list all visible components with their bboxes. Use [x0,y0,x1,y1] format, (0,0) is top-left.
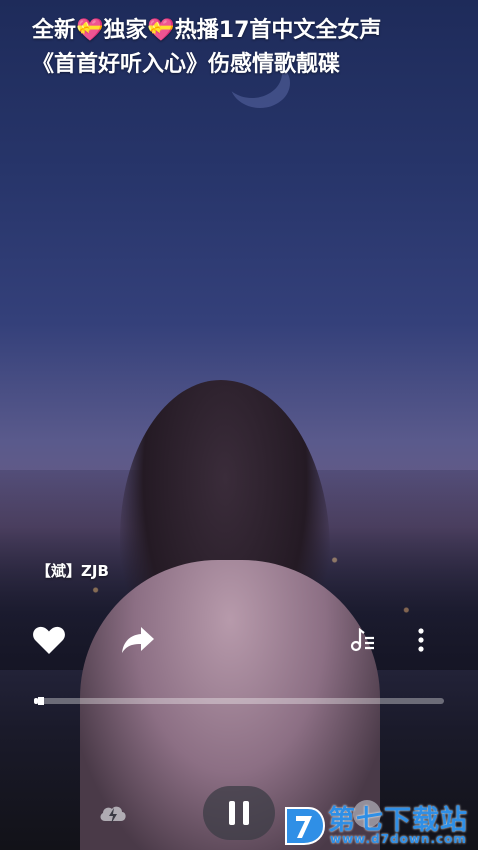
site-watermark: 第七下载站 www.d7down.com [282,798,478,850]
video-title: 全新💝独家💝热播17首中文全女声 《首首好听入心》伤感情歌靓碟 [32,14,452,82]
boost-button[interactable] [96,798,130,830]
video-title-line-1: 全新💝独家💝热播17首中文全女声 [32,18,382,43]
progress-bar[interactable] [34,697,444,705]
watermark-url: www.d7down.com [330,832,467,846]
video-title-line-2: 《首首好听入心》伤感情歌靓碟 [32,52,341,77]
share-arrow-icon [122,627,154,653]
pause-button[interactable] [203,786,275,840]
video-player-screen[interactable]: 全新💝独家💝热播17首中文全女声 《首首好听入心》伤感情歌靓碟 【斌】ZJB 第… [0,0,478,850]
d7-logo-icon [285,807,326,845]
more-options-button[interactable] [410,624,432,656]
artist-name[interactable]: 【斌】ZJB [36,560,109,581]
music-list-icon [350,628,374,652]
heart-icon [33,626,65,654]
pause-icon [229,801,249,825]
playlist-button[interactable] [348,626,378,654]
like-button[interactable] [30,622,68,658]
progress-knob[interactable] [38,697,45,705]
more-vertical-icon [418,628,424,652]
share-button[interactable] [118,622,158,658]
lightning-bolt-icon [100,806,126,824]
